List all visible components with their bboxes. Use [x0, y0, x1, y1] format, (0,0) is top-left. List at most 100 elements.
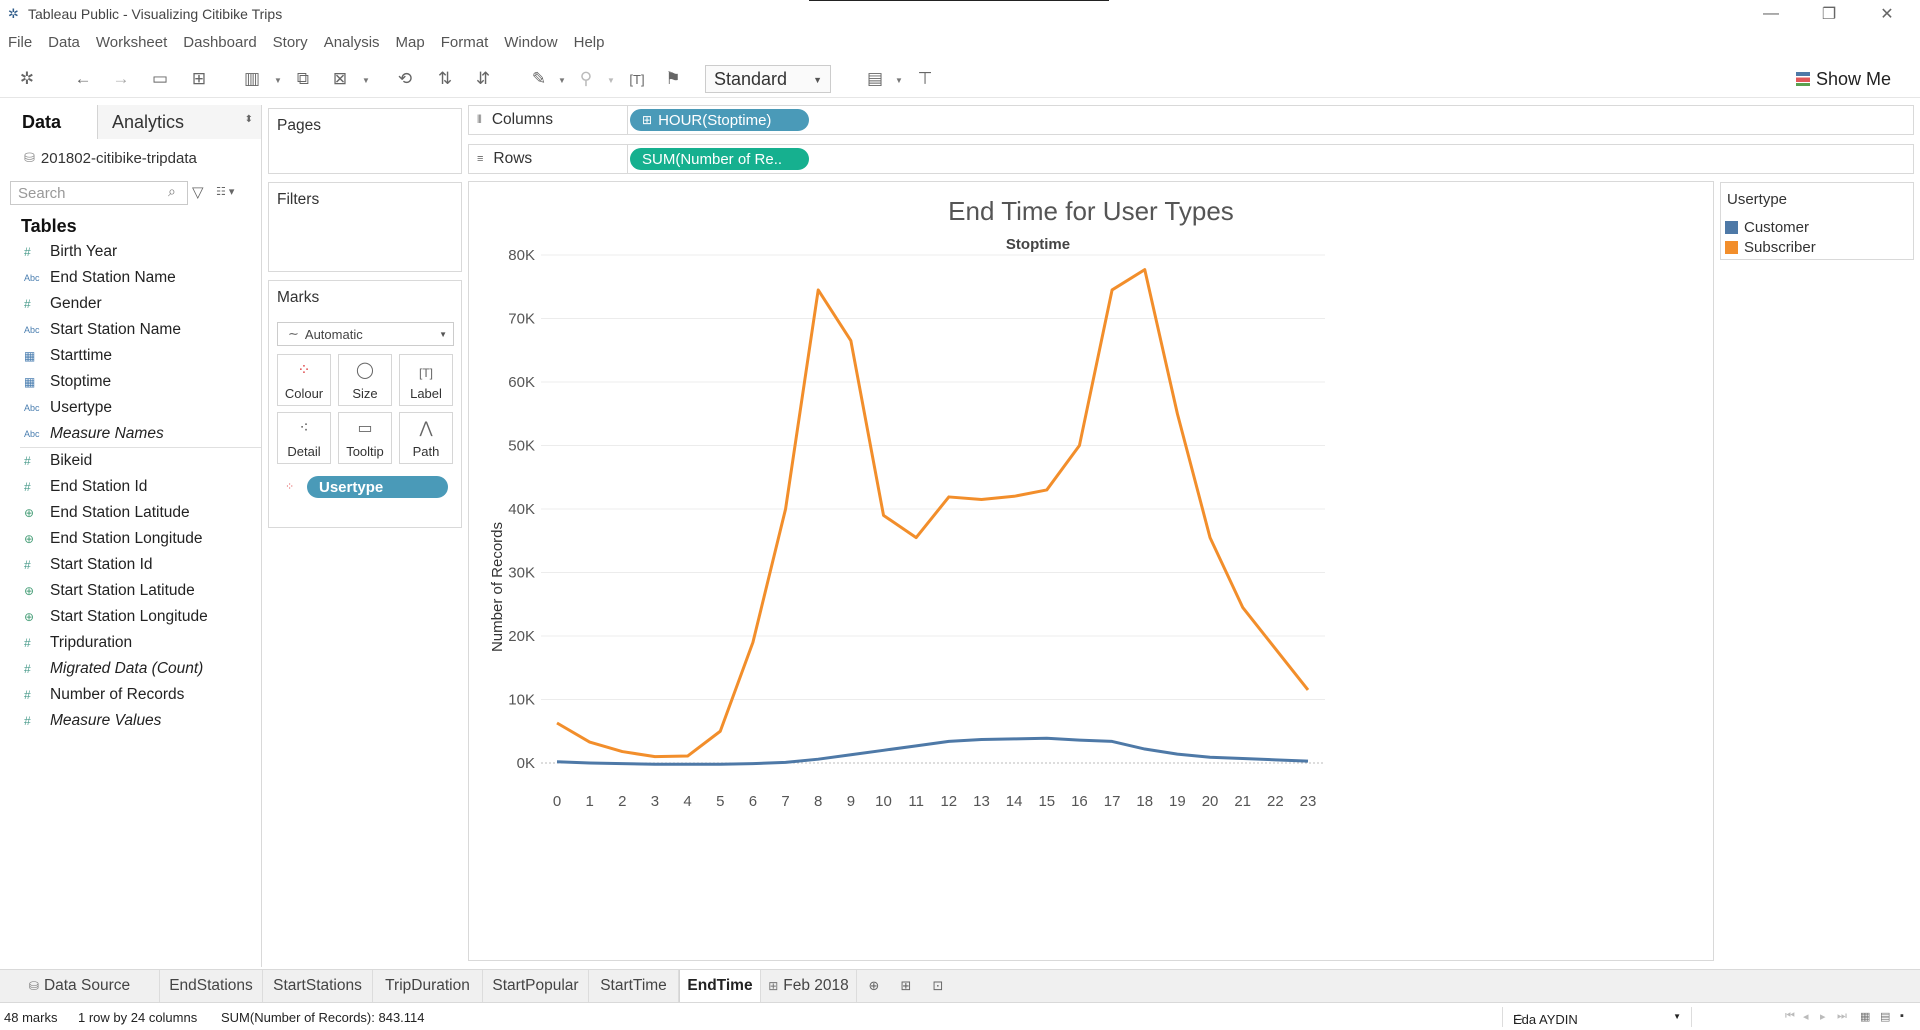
menu-map[interactable]: Map — [396, 34, 425, 51]
tab-data[interactable]: Data — [0, 105, 98, 139]
data-point[interactable] — [1010, 492, 1018, 500]
field-item[interactable]: ⊕ End Station Longitude — [0, 526, 261, 552]
path-button[interactable]: ⋀ Path — [399, 412, 453, 464]
menu-dashboard[interactable]: Dashboard — [183, 34, 256, 51]
menu-data[interactable]: Data — [48, 34, 80, 51]
film-strip-icon[interactable]: ▤ — [1880, 1010, 1890, 1023]
field-item[interactable]: Abc Measure Names — [0, 421, 261, 447]
filters-card[interactable]: Filters — [268, 182, 462, 272]
menu-worksheet[interactable]: Worksheet — [96, 34, 167, 51]
field-item[interactable]: ▦ Starttime — [0, 343, 261, 369]
save-icon[interactable]: ▭ — [149, 68, 171, 90]
data-point[interactable] — [1304, 757, 1312, 765]
data-point[interactable] — [1141, 745, 1149, 753]
data-point[interactable] — [618, 760, 626, 768]
new-story-icon[interactable]: ⊡ — [926, 977, 950, 995]
search-input[interactable] — [10, 181, 188, 205]
data-point[interactable] — [1173, 410, 1181, 418]
tooltip-button[interactable]: ▭ Tooltip — [338, 412, 392, 464]
data-point[interactable] — [880, 746, 888, 754]
data-point[interactable] — [651, 753, 659, 761]
tab-endstations[interactable]: EndStations — [160, 970, 263, 1002]
highlight-icon[interactable]: ✎ — [528, 68, 550, 90]
filter-icon[interactable]: ▽ — [192, 183, 204, 201]
menu-file[interactable]: File — [8, 34, 32, 51]
data-point[interactable] — [1206, 753, 1214, 761]
menu-format[interactable]: Format — [441, 34, 489, 51]
new-datasource-icon[interactable]: ⊞ — [188, 68, 210, 90]
data-point[interactable] — [553, 758, 561, 766]
field-item[interactable]: ⊕ Start Station Latitude — [0, 578, 261, 604]
data-point[interactable] — [977, 736, 985, 744]
field-item[interactable]: # Number of Records — [0, 682, 261, 708]
menu-analysis[interactable]: Analysis — [324, 34, 380, 51]
user-dropdown[interactable]: ⚇ Eda AYDIN ▼ — [1502, 1007, 1692, 1027]
clear-sheet-icon[interactable]: ⊠ — [329, 68, 351, 90]
data-point[interactable] — [847, 337, 855, 345]
next-page-icon[interactable]: ▸ — [1820, 1010, 1826, 1023]
new-worksheet-icon[interactable]: ▥ — [241, 68, 263, 90]
presentation-mode-icon[interactable]: ⊤ — [914, 68, 936, 90]
field-item[interactable]: # Start Station Id — [0, 552, 261, 578]
close-button[interactable]: ✕ — [1864, 0, 1910, 28]
show-cards-dropdown-icon[interactable]: ▼ — [895, 76, 903, 85]
pages-card[interactable]: Pages — [268, 108, 462, 174]
data-point[interactable] — [684, 752, 692, 760]
data-point[interactable] — [553, 719, 561, 727]
clear-sheet-dropdown-icon[interactable]: ▼ — [362, 76, 370, 85]
data-point[interactable] — [716, 760, 724, 768]
detail-button[interactable]: ⁖ Detail — [277, 412, 331, 464]
highlight-dropdown-icon[interactable]: ▼ — [558, 76, 566, 85]
data-point[interactable] — [977, 495, 985, 503]
label-button[interactable]: [T] Label — [399, 354, 453, 406]
fit-dropdown[interactable]: Standard ▼ — [705, 65, 831, 93]
tab-feb-2018[interactable]: ⊞ Feb 2018 — [761, 970, 857, 1002]
field-item[interactable]: # Bikeid — [0, 448, 261, 474]
field-item[interactable]: Abc Start Station Name — [0, 317, 261, 343]
sort-descending-icon[interactable]: ⇵ — [472, 68, 494, 90]
field-item[interactable]: # Gender — [0, 291, 261, 317]
tab-endtime[interactable]: EndTime — [679, 970, 761, 1002]
data-point[interactable] — [1043, 734, 1051, 742]
data-point[interactable] — [1206, 534, 1214, 542]
view-options-icon[interactable]: ☷ ▾ — [216, 185, 234, 198]
data-point[interactable] — [1141, 266, 1149, 274]
duplicate-sheet-icon[interactable]: ⧉ — [292, 68, 314, 90]
new-dashboard-icon[interactable]: ⊞ — [894, 977, 918, 995]
new-worksheet-icon[interactable]: ⊕ — [862, 977, 886, 995]
last-page-icon[interactable]: ⏭ — [1837, 1010, 1847, 1023]
menu-story[interactable]: Story — [273, 34, 308, 51]
field-item[interactable]: # End Station Id — [0, 474, 261, 500]
show-cards-icon[interactable]: ▤ — [864, 68, 886, 90]
data-point[interactable] — [1075, 442, 1083, 450]
data-point[interactable] — [945, 737, 953, 745]
data-point[interactable] — [782, 505, 790, 513]
group-members-icon[interactable]: ⚲ — [575, 68, 597, 90]
legend-item-customer[interactable]: Customer — [1721, 217, 1913, 237]
tab-startpopular[interactable]: StartPopular — [483, 970, 589, 1002]
data-point[interactable] — [1010, 735, 1018, 743]
rows-pill[interactable]: SUM(Number of Re.. — [630, 148, 809, 170]
tabs-view-icon[interactable]: ▪ — [1900, 1010, 1904, 1022]
datasource-item[interactable]: ⛁ 201802-citibike-tripdata — [0, 139, 261, 177]
redo-icon[interactable]: → — [110, 68, 132, 90]
sort-ascending-icon[interactable]: ⇅ — [434, 68, 456, 90]
data-point[interactable] — [814, 755, 822, 763]
series-line-customer[interactable] — [556, 736, 1309, 766]
field-item[interactable]: Abc Usertype — [0, 395, 261, 421]
undo-icon[interactable]: ← — [72, 68, 94, 90]
field-item[interactable]: # Measure Values — [0, 708, 261, 734]
tab-tripduration[interactable]: TripDuration — [373, 970, 483, 1002]
data-point[interactable] — [945, 493, 953, 501]
data-point[interactable] — [782, 758, 790, 766]
prev-page-icon[interactable]: ◂ — [1803, 1010, 1809, 1023]
data-point[interactable] — [1108, 286, 1116, 294]
field-item[interactable]: # Birth Year — [0, 239, 261, 265]
data-point[interactable] — [1043, 486, 1051, 494]
tab-startstations[interactable]: StartStations — [263, 970, 373, 1002]
data-point[interactable] — [847, 751, 855, 759]
data-point[interactable] — [1271, 756, 1279, 764]
minimize-pane-icon[interactable]: ⬍ — [245, 114, 253, 125]
minimize-button[interactable]: — — [1748, 0, 1794, 28]
show-me-button[interactable]: Show Me — [1796, 66, 1891, 92]
